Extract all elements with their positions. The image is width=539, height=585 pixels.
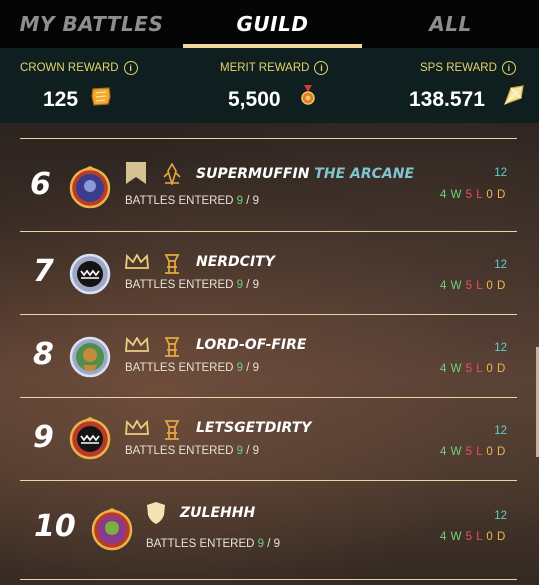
crown-reward: CROWN REWARD i 125	[0, 48, 180, 123]
player-avatar[interactable]	[68, 165, 112, 209]
merit-reward-value: 5,500	[228, 88, 281, 111]
rank: 7	[33, 254, 54, 289]
player-title: THE ARCANE	[314, 166, 415, 182]
tab-my-battles[interactable]: MY BATTLES	[0, 0, 183, 48]
battles-entered: BATTLES ENTERED 9 / 9	[146, 538, 281, 550]
shield-icon	[147, 502, 165, 524]
tab-guild[interactable]: GUILD	[183, 0, 362, 48]
rank: 9	[33, 420, 54, 455]
crown-icon	[125, 420, 149, 435]
player-name[interactable]: NERDCITY	[196, 254, 275, 270]
leaderboard-row[interactable]: 6 SUPERMUFFIN THE ARCANE BATTLES ENTERED…	[0, 139, 539, 231]
player-name[interactable]: ZULEHHH	[180, 505, 255, 521]
crown-reward-value: 125	[43, 88, 79, 111]
row-divider	[20, 579, 517, 580]
info-icon[interactable]: i	[501, 61, 516, 75]
player-avatar[interactable]	[68, 252, 112, 296]
sps-reward-value: 138.571	[409, 88, 485, 111]
battles-entered: BATTLES ENTERED 9 / 9	[125, 195, 260, 207]
crown-reward-label: CROWN REWARD i	[20, 61, 138, 75]
player-avatar[interactable]	[90, 507, 134, 551]
rank: 10	[34, 509, 76, 544]
player-avatar[interactable]	[68, 335, 112, 379]
player-name[interactable]: LETSGETDIRTY	[196, 420, 311, 436]
leaderboard-list[interactable]: 6 SUPERMUFFIN THE ARCANE BATTLES ENTERED…	[0, 123, 539, 585]
sps-reward: SPS REWARD i 138.571	[360, 48, 539, 123]
sps-crystal-icon	[503, 85, 524, 106]
battles-entered: BATTLES ENTERED 9 / 9	[125, 362, 260, 374]
score: 12	[494, 167, 507, 179]
rank: 8	[33, 337, 54, 372]
tab-label: GUILD	[236, 12, 309, 36]
league-icon	[164, 337, 180, 357]
score: 12	[494, 425, 507, 437]
info-icon[interactable]: i	[314, 61, 329, 75]
rewards-bar: CROWN REWARD i 125 MERIT REWARD i 5,500 …	[0, 48, 539, 123]
win-loss-draw: 4 W 5 L 0 D	[440, 189, 506, 201]
tab-label: MY BATTLES	[19, 12, 164, 36]
banner-icon	[126, 162, 146, 184]
win-loss-draw: 4 W 5 L 0 D	[440, 280, 506, 292]
crown-icon	[125, 254, 149, 269]
crown-icon	[125, 337, 149, 352]
score: 12	[494, 342, 507, 354]
tab-label: ALL	[429, 12, 472, 36]
player-name[interactable]: LORD-OF-FIRE	[196, 337, 307, 353]
tab-all[interactable]: ALL	[362, 0, 539, 48]
leaderboard-row[interactable]: 7 NERDCITY BATTLES ENTERED 9 / 9 12 4 W …	[0, 232, 539, 314]
win-loss-draw: 4 W 5 L 0 D	[440, 363, 506, 375]
win-loss-draw: 4 W 5 L 0 D	[440, 531, 506, 543]
player-avatar[interactable]	[68, 416, 112, 460]
info-icon[interactable]: i	[123, 61, 138, 75]
crown-token-icon	[91, 87, 111, 106]
score: 12	[494, 259, 507, 271]
player-name[interactable]: SUPERMUFFIN THE ARCANE	[196, 166, 414, 182]
score: 12	[494, 510, 507, 522]
merit-medal-icon	[301, 85, 315, 105]
league-icon	[163, 163, 181, 185]
battles-entered: BATTLES ENTERED 9 / 9	[125, 279, 260, 291]
leaderboard-row[interactable]: 8 LORD-OF-FIRE BATTLES ENTERED 9 / 9 12 …	[0, 315, 539, 397]
sps-reward-label: SPS REWARD i	[420, 61, 516, 75]
rank: 6	[30, 167, 51, 202]
tab-bar: MY BATTLES GUILD ALL	[0, 0, 539, 48]
merit-reward: MERIT REWARD i 5,500	[180, 48, 360, 123]
merit-reward-label: MERIT REWARD i	[220, 61, 329, 75]
battles-entered: BATTLES ENTERED 9 / 9	[125, 445, 260, 457]
leaderboard-row[interactable]: 9 LETSGETDIRTY BATTLES ENTERED 9 / 9 12 …	[0, 398, 539, 480]
win-loss-draw: 4 W 5 L 0 D	[440, 446, 506, 458]
league-icon	[164, 254, 180, 274]
league-icon	[164, 420, 180, 440]
leaderboard-row[interactable]: 10 ZULEHHH BATTLES ENTERED 9 / 9 12 4 W …	[0, 481, 539, 579]
